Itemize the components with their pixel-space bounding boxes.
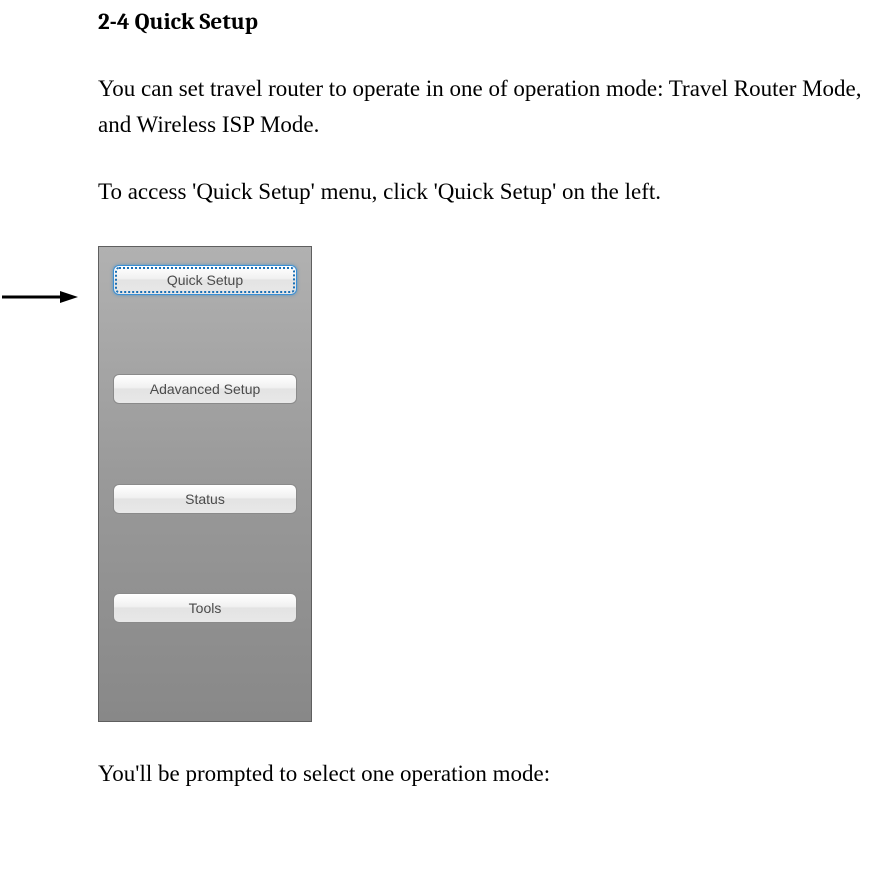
sidebar-panel: Quick Setup Adavanced Setup Status Tools (98, 246, 312, 722)
sidebar-item-quick-setup[interactable]: Quick Setup (113, 265, 297, 295)
arrow-right-icon (0, 290, 80, 302)
menu-label: Adavanced Setup (150, 381, 261, 397)
outro-paragraph: You'll be prompted to select one operati… (98, 756, 890, 792)
menu-label: Tools (189, 600, 222, 616)
sidebar-item-advanced-setup[interactable]: Adavanced Setup (113, 374, 297, 404)
menu-label: Status (185, 491, 225, 507)
intro-paragraph-1: You can set travel router to operate in … (98, 71, 890, 142)
menu-label: Quick Setup (167, 272, 243, 288)
sidebar-item-status[interactable]: Status (113, 484, 297, 514)
sidebar-item-tools[interactable]: Tools (113, 593, 297, 623)
intro-paragraph-2: To access 'Quick Setup' menu, click 'Qui… (98, 174, 890, 210)
sidebar-screenshot: Quick Setup Adavanced Setup Status Tools (98, 246, 890, 722)
section-heading: 2-4 Quick Setup (98, 8, 890, 35)
